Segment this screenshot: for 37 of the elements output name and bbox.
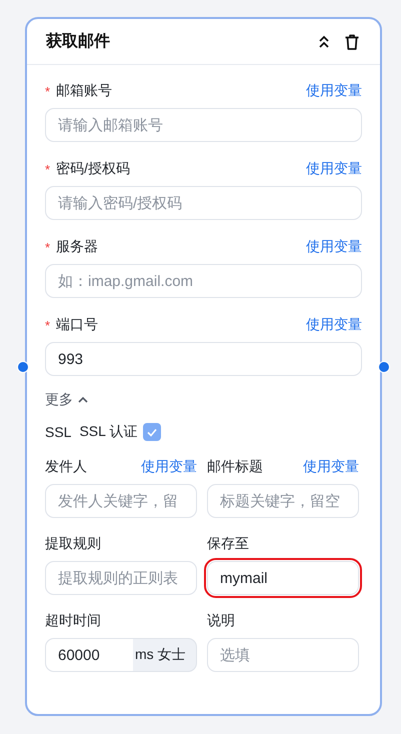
field-label: 超时时间 [45, 612, 102, 630]
field-label: 服务器 [56, 238, 100, 256]
field-label: 说明 [207, 612, 236, 630]
field-label: 密码/授权码 [56, 160, 131, 178]
connector-handle[interactable] [17, 361, 29, 373]
trash-icon[interactable] [343, 32, 361, 50]
checkbox[interactable] [143, 423, 162, 441]
required-mark: * [45, 318, 50, 332]
more-toggle[interactable]: 更多 [45, 391, 362, 409]
field-label: 端口号 [56, 316, 100, 334]
required-mark: * [45, 162, 50, 176]
field-label: 邮件标题 [207, 458, 264, 476]
use-variable-link[interactable]: 使用变量 [306, 82, 362, 100]
required-mark: * [45, 84, 50, 98]
use-variable-link[interactable]: 使用变量 [306, 160, 362, 178]
input-field[interactable]: mymail [207, 561, 359, 595]
use-variable-link[interactable]: 使用变量 [141, 458, 197, 476]
input-field[interactable]: 993 [45, 342, 362, 376]
use-variable-link[interactable]: 使用变量 [303, 458, 359, 476]
input-field[interactable]: 选填 [207, 638, 359, 672]
input-field[interactable]: 如：imap.gmail.com [45, 264, 362, 298]
input-field[interactable]: 标题关键字，留空 [207, 484, 359, 518]
field-label: 提取规则 [45, 535, 102, 553]
required-mark: * [45, 240, 50, 254]
ssl-auth-label: SSL 认证 [79, 423, 138, 441]
connector-handle[interactable] [378, 361, 390, 373]
input-field[interactable]: 发件人关键字，留 [45, 484, 197, 518]
input-field[interactable]: 提取规则的正则表 [45, 561, 197, 595]
input-field[interactable]: 请输入邮箱账号 [45, 108, 362, 142]
field-label: 保存至 [207, 535, 250, 553]
field-label: 发件人 [45, 458, 88, 476]
input-field[interactable]: 请输入密码/授权码 [45, 186, 362, 220]
use-variable-link[interactable]: 使用变量 [306, 316, 362, 334]
use-variable-link[interactable]: 使用变量 [306, 238, 362, 256]
field-label: 邮箱账号 [56, 82, 114, 100]
card-title: 获取邮件 [46, 32, 111, 52]
ssl-label: SSL [45, 424, 72, 440]
